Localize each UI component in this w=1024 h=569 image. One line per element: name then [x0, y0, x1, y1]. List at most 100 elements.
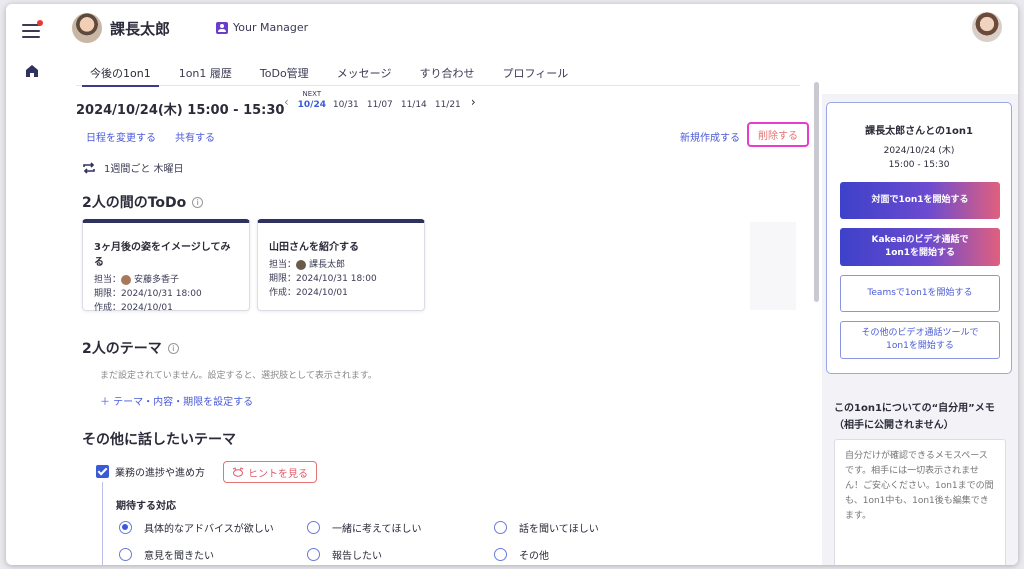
other-section-title: その他に話したいテーマ	[82, 429, 236, 449]
reschedule-link[interactable]: 日程を変更する	[86, 129, 156, 144]
radio-option[interactable]: その他	[494, 547, 549, 562]
page-title: 課長太郎	[110, 20, 171, 38]
theme-section-title: 2人のテーマ i	[82, 338, 179, 358]
avatar	[72, 13, 102, 43]
home-icon[interactable]	[25, 64, 39, 78]
radio-option-label: その他	[519, 551, 549, 562]
radio-option-label: 一緒に考えてほしい	[332, 524, 422, 535]
date-chip[interactable]: 11/21	[431, 90, 465, 110]
todo-placeholder-area	[750, 222, 796, 310]
theme-empty-note: まだ設定されていません。設定すると、選択肢として表示されます。	[100, 371, 377, 381]
hint-button[interactable]: ヒントを見る	[223, 461, 317, 483]
start-other-video-button[interactable]: その他のビデオ通話ツールで 1on1を開始する	[840, 321, 1000, 359]
panel-datetime: 2024/10/24 (木) 15:00 - 15:30	[827, 144, 1011, 172]
radio-option-label: 具体的なアドバイスが欲しい	[144, 524, 274, 535]
todo-card[interactable]: 3ヶ月後の姿をイメージしてみる 担当： 安藤多香子 期限：2024/10/31 …	[82, 219, 250, 313]
memo-title: この1on1についての“自分用”メモ （相手に公開されません）	[834, 400, 1014, 434]
todo-card-due: 期限：2024/10/31 18:00	[269, 274, 377, 284]
radio-button[interactable]	[119, 548, 132, 561]
todo-card-created: 作成：2024/10/01	[94, 303, 173, 313]
next-label: NEXT	[302, 90, 322, 98]
todo-section-heading: 2人の間のToDo	[82, 195, 187, 211]
todo-card-created: 作成：2024/10/01	[269, 288, 348, 298]
menu-icon[interactable]	[22, 20, 43, 38]
share-link[interactable]: 共有する	[175, 129, 215, 144]
notification-dot	[37, 20, 43, 26]
date-chip-label: 11/07	[366, 100, 393, 110]
todo-card-due: 期限：2024/10/31 18:00	[94, 289, 202, 299]
date-chip[interactable]: 11/14	[397, 90, 431, 110]
info-icon[interactable]: i	[167, 342, 179, 354]
add-theme-link[interactable]: ＋ テーマ・内容・期限を設定する	[100, 393, 253, 408]
other-section-heading: その他に話したいテーマ	[82, 432, 236, 448]
avatar	[121, 275, 132, 285]
tab-todo[interactable]: ToDo管理	[246, 56, 323, 86]
theme-section-heading: 2人のテーマ	[82, 341, 162, 357]
info-icon[interactable]: i	[192, 196, 204, 208]
memo-title-line: この1on1についての“自分用”メモ	[834, 403, 995, 414]
todo-card-title: 3ヶ月後の姿をイメージしてみる	[94, 242, 231, 268]
radio-button[interactable]	[307, 548, 320, 561]
todo-section-title: 2人の間のToDo i	[82, 192, 204, 212]
account-avatar[interactable]	[972, 12, 1002, 42]
prev-date-arrow-icon[interactable]: ‹	[278, 95, 295, 109]
recurrence-info: 1週間ごと 木曜日	[82, 160, 184, 175]
button-label-line: Kakeaiのビデオ通話で	[871, 235, 969, 245]
topic-checkbox-row[interactable]: 業務の進捗や進め方	[96, 464, 205, 479]
radio-option[interactable]: 具体的なアドバイスが欲しい	[119, 520, 274, 535]
radio-option[interactable]: 話を聞いてほしい	[494, 520, 599, 535]
header: 課長太郎 Your Manager	[6, 4, 1018, 54]
next-date-arrow-icon[interactable]: ›	[465, 95, 482, 109]
assignee-label: 担当：	[94, 275, 122, 285]
button-label-line: その他のビデオ通話ツールで	[861, 328, 979, 338]
todo-card-assignee: 担当： 課長太郎	[269, 258, 414, 272]
todo-card[interactable]: 山田さんを紹介する 担当： 課長太郎 期限：2024/10/31 18:00 作…	[257, 219, 425, 311]
delete-button[interactable]: 削除する	[747, 122, 809, 147]
hint-icon	[232, 467, 244, 477]
private-memo-field[interactable]	[834, 439, 1006, 565]
tab-alignment[interactable]: すり合わせ	[405, 56, 488, 86]
memo-title-line: （相手に公開されません）	[834, 420, 954, 431]
radio-button[interactable]	[494, 548, 507, 561]
start-in-person-button[interactable]: 対面で1on1を開始する	[840, 182, 1000, 219]
panel-title: 課長太郎さんとの1on1	[865, 126, 973, 137]
app-window: 課長太郎 Your Manager 今後の1on1 1on1 履歴 ToDo管理…	[6, 4, 1018, 565]
recurrence-label: 1週間ごと 木曜日	[104, 164, 184, 175]
session-datetime: 2024/10/24(木) 15:00 - 15:30	[76, 103, 285, 118]
manager-icon	[216, 21, 228, 34]
topic-checkbox[interactable]	[96, 465, 109, 478]
role-badge: Your Manager	[216, 21, 308, 34]
date-chip[interactable]: 11/07	[363, 90, 397, 110]
start-kakeai-video-button[interactable]: Kakeaiのビデオ通話で 1on1を開始する	[840, 228, 1000, 266]
topic-checkbox-label: 業務の進捗や進め方	[115, 468, 205, 479]
new-session-link[interactable]: 新規作成する	[680, 129, 740, 144]
panel-time: 15:00 - 15:30	[888, 160, 950, 170]
todo-card-title: 山田さんを紹介する	[269, 242, 359, 253]
avatar	[296, 260, 307, 270]
assignee-label: 担当：	[269, 260, 297, 270]
date-chip[interactable]: 10/31	[329, 90, 363, 110]
date-navigator: ‹ NEXT 10/24 10/31 11/07 11/14 11/21 ›	[278, 90, 482, 110]
tab-upcoming[interactable]: 今後の1on1	[76, 56, 165, 87]
tab-profile[interactable]: プロフィール	[488, 56, 582, 86]
radio-option-label: 報告したい	[332, 551, 382, 562]
scrollbar[interactable]	[814, 82, 819, 302]
tab-history[interactable]: 1on1 履歴	[165, 56, 246, 86]
button-label-line: 1on1を開始する	[886, 341, 954, 351]
expect-label: 期待する対応	[116, 501, 176, 512]
indent-guide	[102, 482, 103, 565]
start-teams-button[interactable]: Teamsで1on1を開始する	[840, 275, 1000, 312]
radio-button[interactable]	[119, 521, 132, 534]
start-session-panel: 課長太郎さんとの1on1 2024/10/24 (木) 15:00 - 15:3…	[826, 102, 1012, 374]
date-chip[interactable]: NEXT 10/24	[295, 90, 329, 110]
repeat-icon	[83, 161, 95, 174]
radio-option-label: 話を聞いてほしい	[519, 524, 599, 535]
tab-bar: 今後の1on1 1on1 履歴 ToDo管理 メッセージ すり合わせ プロフィー…	[76, 56, 800, 87]
tab-messages[interactable]: メッセージ	[323, 56, 406, 86]
date-chip-label: 10/31	[332, 100, 359, 110]
radio-button[interactable]	[307, 521, 320, 534]
radio-option[interactable]: 報告したい	[307, 547, 382, 562]
radio-option[interactable]: 意見を聞きたい	[119, 547, 214, 562]
radio-button[interactable]	[494, 521, 507, 534]
radio-option[interactable]: 一緒に考えてほしい	[307, 520, 422, 535]
